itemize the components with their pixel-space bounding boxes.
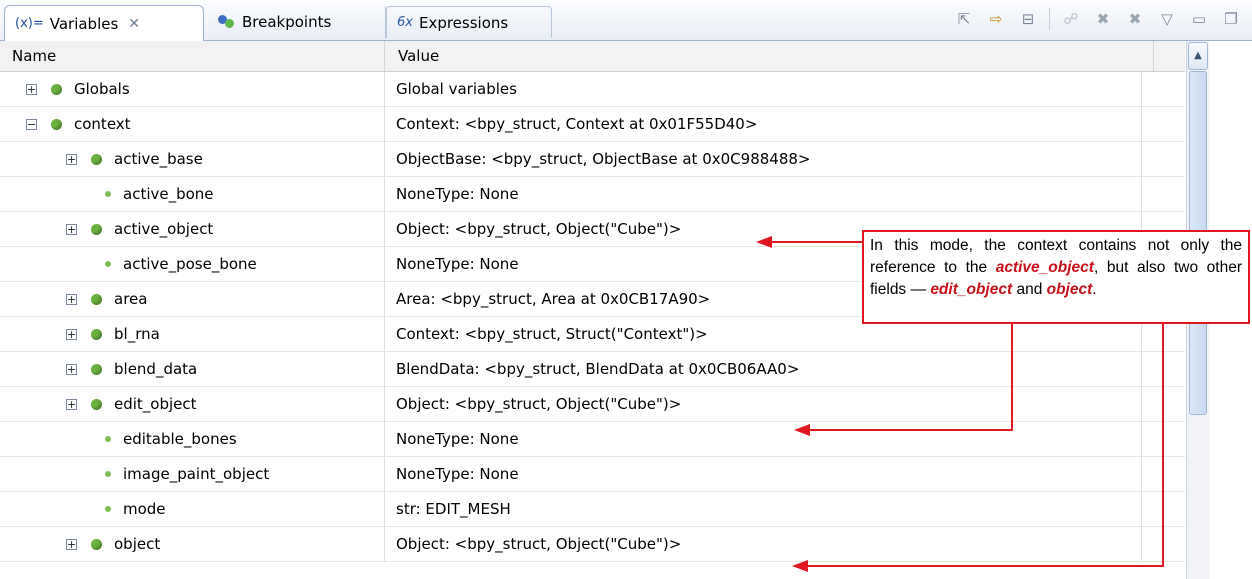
- annotation-callout: In this mode, the context contains not o…: [862, 230, 1250, 324]
- arrow-edit-object: [810, 324, 1013, 431]
- arrow-object: [808, 324, 1164, 567]
